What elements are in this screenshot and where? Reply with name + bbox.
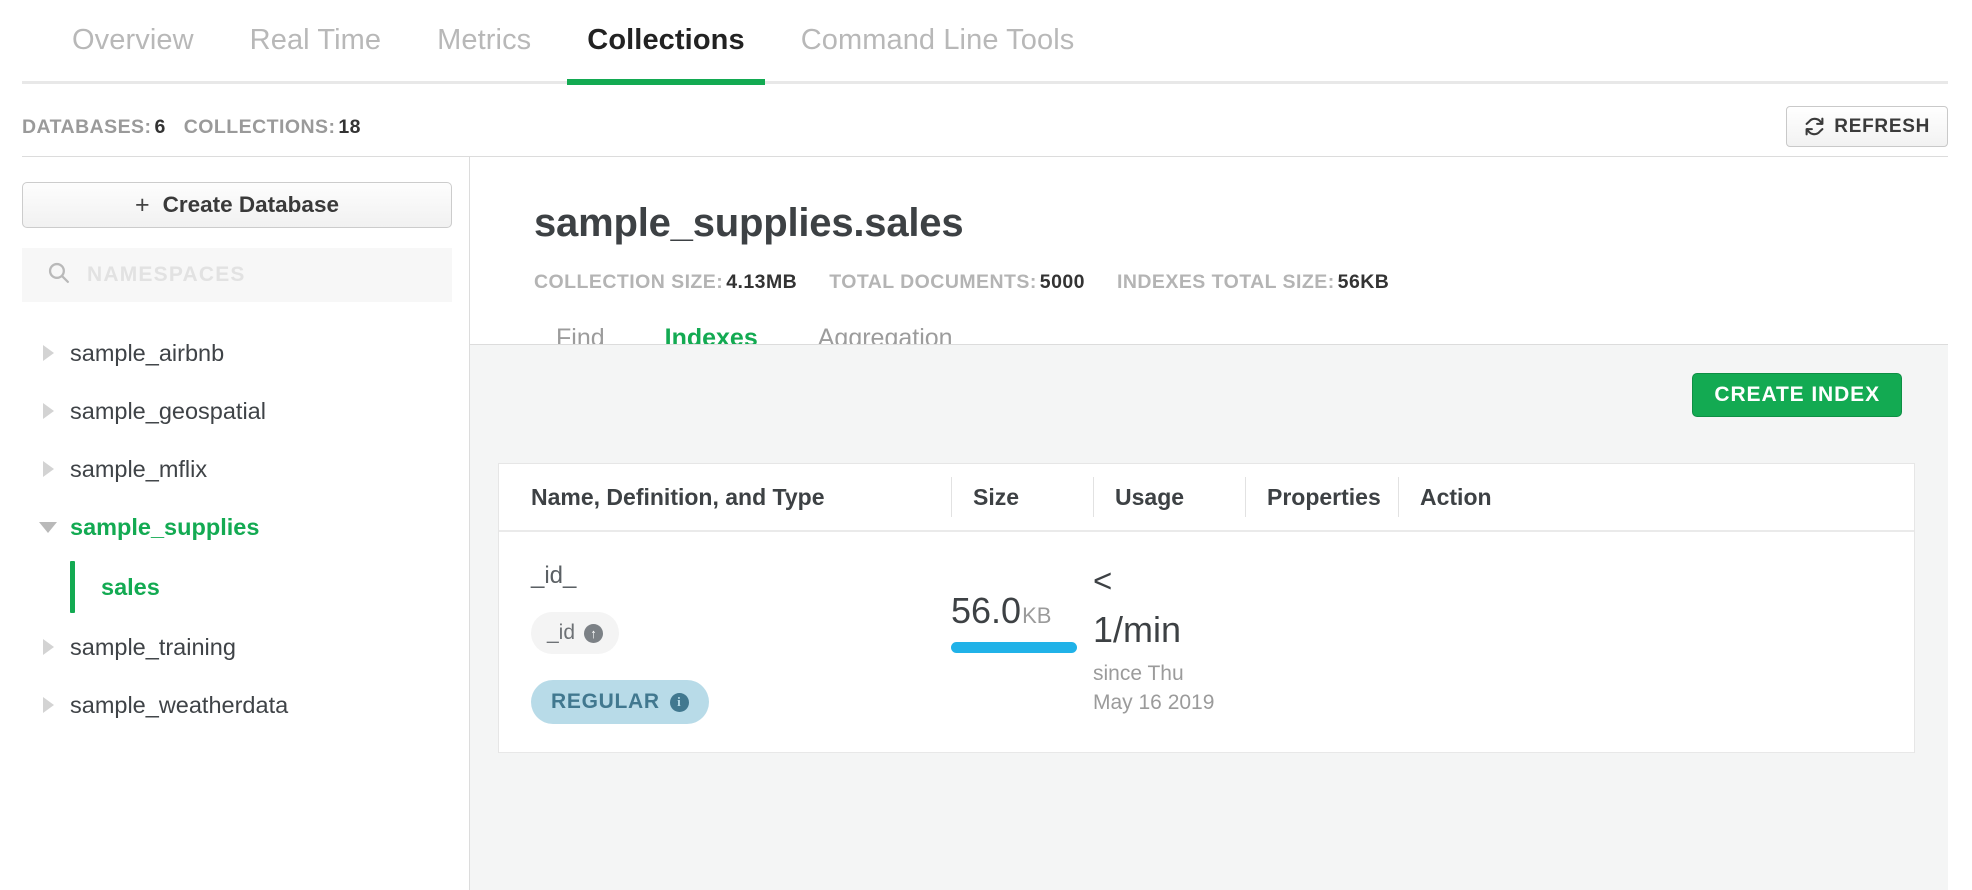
collection-size-stat: COLLECTION SIZE:4.13MB <box>534 271 797 294</box>
collections-count: 18 <box>338 116 361 138</box>
refresh-icon <box>1804 116 1825 137</box>
total-documents-value: 5000 <box>1040 271 1085 293</box>
table-row: _id_ _id ↑ REGULAR i <box>499 532 1914 753</box>
collection-main-panel: sample_supplies.sales COLLECTION SIZE:4.… <box>470 157 1948 890</box>
tab-overview-label: Overview <box>72 24 194 56</box>
nav-active-indicator <box>567 79 764 85</box>
indexes-table: Name, Definition, and Type Size Usage Pr… <box>498 463 1915 753</box>
database-row-sample_mflix[interactable]: sample_mflix <box>22 440 469 498</box>
index-usage-rate: 1/min <box>1093 609 1229 650</box>
collection-header: sample_supplies.sales COLLECTION SIZE:4.… <box>470 157 1948 294</box>
tab-metrics-label: Metrics <box>437 24 531 56</box>
databases-label: DATABASES: <box>22 116 151 138</box>
database-name: sample_airbnb <box>70 340 224 367</box>
selected-collection-indicator <box>70 561 75 613</box>
collections-stat: COLLECTIONS:18 <box>184 116 361 139</box>
index-usage-since-line1: since Thu <box>1093 660 1229 688</box>
database-row-sample_weatherdata[interactable]: sample_weatherdata <box>22 676 469 734</box>
index-size-cell: 56.0KB <box>951 562 1093 653</box>
collection-meta-row: COLLECTION SIZE:4.13MB TOTAL DOCUMENTS:5… <box>534 271 1948 294</box>
create-index-button[interactable]: CREATE INDEX <box>1692 373 1902 417</box>
total-documents-stat: TOTAL DOCUMENTS:5000 <box>829 271 1085 294</box>
collection-row-sales[interactable]: sales <box>22 556 469 618</box>
database-name: sample_geospatial <box>70 398 266 425</box>
database-row-sample_airbnb[interactable]: sample_airbnb <box>22 324 469 382</box>
index-name-cell: _id_ _id ↑ REGULAR i <box>531 562 951 724</box>
index-type-label: REGULAR <box>551 690 660 714</box>
page-title: sample_supplies.sales <box>534 201 1948 246</box>
tab-real-time-label: Real Time <box>250 24 381 56</box>
indexes-total-size-stat: INDEXES TOTAL SIZE:56KB <box>1117 271 1389 294</box>
index-definition-field: _id <box>547 621 575 645</box>
namespace-search-input[interactable]: NAMESPACES <box>22 248 452 302</box>
info-icon[interactable]: i <box>670 693 689 712</box>
database-name: sample_weatherdata <box>70 692 288 719</box>
index-usage-since: since Thu May 16 2019 <box>1093 660 1229 717</box>
indexes-total-size-label: INDEXES TOTAL SIZE: <box>1117 271 1335 293</box>
index-usage-comparator: < <box>1093 564 1229 597</box>
databases-count: 6 <box>154 116 165 138</box>
collection-size-label: COLLECTION SIZE: <box>534 271 723 293</box>
chevron-right-icon[interactable] <box>26 639 70 655</box>
index-size-value: 56.0KB <box>951 590 1077 632</box>
index-name: _id_ <box>531 562 935 590</box>
nav-underline-track <box>22 81 1948 84</box>
refresh-button-label: REFRESH <box>1834 116 1930 138</box>
database-row-sample_training[interactable]: sample_training <box>22 618 469 676</box>
atlas-collections-page: Overview Real Time Metrics Collections C… <box>0 0 1972 890</box>
tab-real-time[interactable]: Real Time <box>222 18 409 83</box>
arrow-up-circle-icon: ↑ <box>584 624 603 643</box>
chevron-right-icon[interactable] <box>26 345 70 361</box>
tab-command-line-tools[interactable]: Command Line Tools <box>773 18 1103 83</box>
database-name: sample_mflix <box>70 456 207 483</box>
collection-size-value: 4.13MB <box>726 271 797 293</box>
top-navigation: Overview Real Time Metrics Collections C… <box>0 0 1972 98</box>
collection-name: sales <box>101 574 160 601</box>
tab-collections-label: Collections <box>587 24 744 56</box>
collections-label: COLLECTIONS: <box>184 116 336 138</box>
stats-bar: DATABASES:6 COLLECTIONS:18 REFRESH <box>22 98 1948 156</box>
column-header-name-definition-type[interactable]: Name, Definition, and Type <box>531 477 951 517</box>
index-type-badge[interactable]: REGULAR i <box>531 680 709 724</box>
create-index-label: CREATE INDEX <box>1714 383 1880 407</box>
database-row-sample_geospatial[interactable]: sample_geospatial <box>22 382 469 440</box>
indexes-panel: CREATE INDEX Name, Definition, and Type … <box>470 344 1948 890</box>
index-size-bar <box>951 642 1077 653</box>
database-name: sample_supplies <box>70 514 259 541</box>
cluster-tab-list: Overview Real Time Metrics Collections C… <box>44 18 1102 83</box>
column-header-properties[interactable]: Properties <box>1245 477 1398 517</box>
column-header-usage[interactable]: Usage <box>1093 477 1245 517</box>
table-header-row: Name, Definition, and Type Size Usage Pr… <box>499 464 1914 532</box>
index-size-unit: KB <box>1022 603 1051 628</box>
tab-collections[interactable]: Collections <box>559 18 772 83</box>
total-documents-label: TOTAL DOCUMENTS: <box>829 271 1037 293</box>
index-usage-cell: < 1/min since Thu May 16 2019 <box>1093 562 1245 717</box>
tab-overview[interactable]: Overview <box>44 18 222 83</box>
create-database-button[interactable]: + Create Database <box>22 182 452 228</box>
page-body: + Create Database NAMESPACES sample_airb… <box>22 157 1948 890</box>
search-icon <box>46 260 71 290</box>
tab-metrics[interactable]: Metrics <box>409 18 559 83</box>
database-list: sample_airbnb sample_geospatial sample_m… <box>22 324 469 734</box>
tab-command-line-tools-label: Command Line Tools <box>801 24 1075 56</box>
databases-stat: DATABASES:6 <box>22 116 166 139</box>
database-name: sample_training <box>70 634 236 661</box>
index-usage-since-line2: May 16 2019 <box>1093 689 1229 717</box>
refresh-button[interactable]: REFRESH <box>1786 106 1948 147</box>
namespace-sidebar: + Create Database NAMESPACES sample_airb… <box>22 157 470 890</box>
namespace-search-placeholder: NAMESPACES <box>87 263 246 287</box>
chevron-right-icon[interactable] <box>26 461 70 477</box>
index-definition-badge: _id ↑ <box>531 612 619 654</box>
index-size-number: 56.0 <box>951 590 1021 631</box>
database-row-sample_supplies[interactable]: sample_supplies <box>22 498 469 556</box>
chevron-right-icon[interactable] <box>26 403 70 419</box>
column-header-action[interactable]: Action <box>1398 477 1518 517</box>
chevron-right-icon[interactable] <box>26 697 70 713</box>
column-header-size[interactable]: Size <box>951 477 1093 517</box>
create-database-label: Create Database <box>163 192 339 218</box>
indexes-total-size-value: 56KB <box>1338 271 1390 293</box>
plus-icon: + <box>135 191 150 220</box>
chevron-down-icon[interactable] <box>26 522 70 533</box>
